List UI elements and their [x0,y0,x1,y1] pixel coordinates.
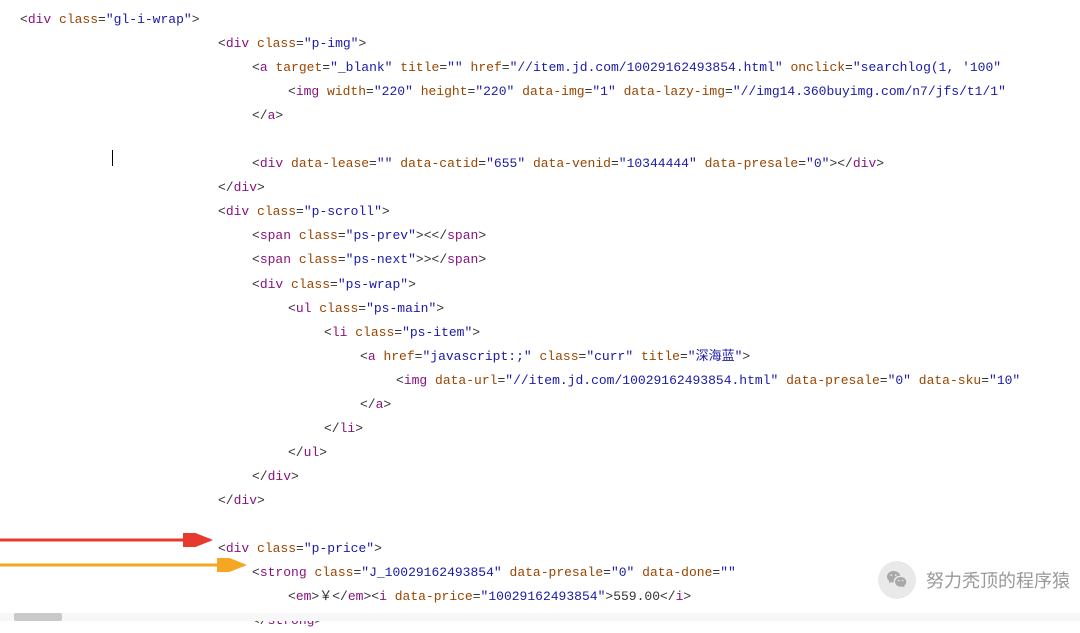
code-line: </div> [20,176,1080,200]
code-line: </a> [20,393,1080,417]
code-line: </ul> [20,441,1080,465]
horizontal-scrollbar-track[interactable] [0,613,1080,621]
code-line-blank [20,513,1080,537]
code-line: <li class="ps-item"> [20,321,1080,345]
code-line: <a href="javascript:;" class="curr" titl… [20,345,1080,369]
code-line: <div class="ps-wrap"> [20,273,1080,297]
code-line: <a target="_blank" title="" href="//item… [20,56,1080,80]
code-line: <div class="p-scroll"> [20,200,1080,224]
horizontal-scrollbar-thumb[interactable] [14,613,62,621]
watermark: 努力秃顶的程序猿 [878,561,1070,599]
code-line: </div> [20,465,1080,489]
code-viewer[interactable]: <div class="gl-i-wrap"> <div class="p-im… [0,0,1080,633]
code-line: <img data-url="//item.jd.com/10029162493… [20,369,1080,393]
code-line: <span class="ps-prev"><</span> [20,224,1080,248]
code-line: </li> [20,417,1080,441]
code-line: <div class="gl-i-wrap"> [20,8,1080,32]
code-line: <div data-lease="" data-catid="655" data… [20,152,1080,176]
code-line: <div class="p-price"> [20,537,1080,561]
wechat-icon [878,561,916,599]
code-line-blank [20,128,1080,152]
code-line: <ul class="ps-main"> [20,297,1080,321]
code-line: <div class="p-img"> [20,32,1080,56]
code-line: </a> [20,104,1080,128]
code-line: </div> [20,489,1080,513]
watermark-text: 努力秃顶的程序猿 [926,567,1070,593]
code-line: <img width="220" height="220" data-img="… [20,80,1080,104]
text-cursor [112,150,113,166]
code-line: <span class="ps-next">></span> [20,248,1080,272]
